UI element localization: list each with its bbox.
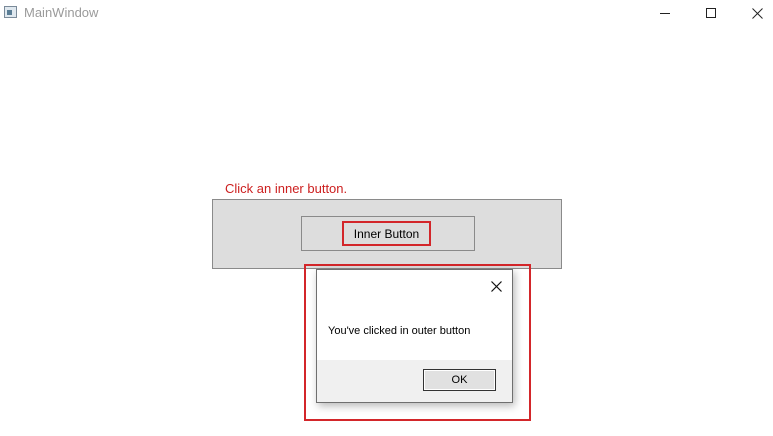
ok-button[interactable]: OK [423, 369, 496, 391]
close-icon [751, 7, 763, 19]
title-bar[interactable]: MainWindow [0, 0, 773, 26]
main-window: MainWindow Click an inner button. Inner … [0, 0, 773, 436]
close-icon [490, 280, 502, 292]
minimize-button[interactable] [642, 0, 688, 26]
app-window-icon [4, 6, 17, 18]
dialog-close-button[interactable] [486, 276, 506, 296]
inner-button-label: Inner Button [342, 221, 431, 246]
minimize-icon [660, 13, 670, 14]
window-title: MainWindow [24, 5, 99, 20]
message-box-dialog: You've clicked in outer button OK [316, 269, 513, 403]
maximize-button[interactable] [688, 0, 734, 26]
instruction-label: Click an inner button. [225, 181, 348, 196]
inner-button[interactable]: Inner Button [301, 216, 475, 251]
dialog-message: You've clicked in outer button [328, 325, 471, 337]
outer-button[interactable]: Inner Button [212, 199, 562, 269]
dialog-footer: OK [317, 360, 512, 402]
maximize-icon [706, 8, 716, 18]
close-window-button[interactable] [734, 0, 773, 26]
